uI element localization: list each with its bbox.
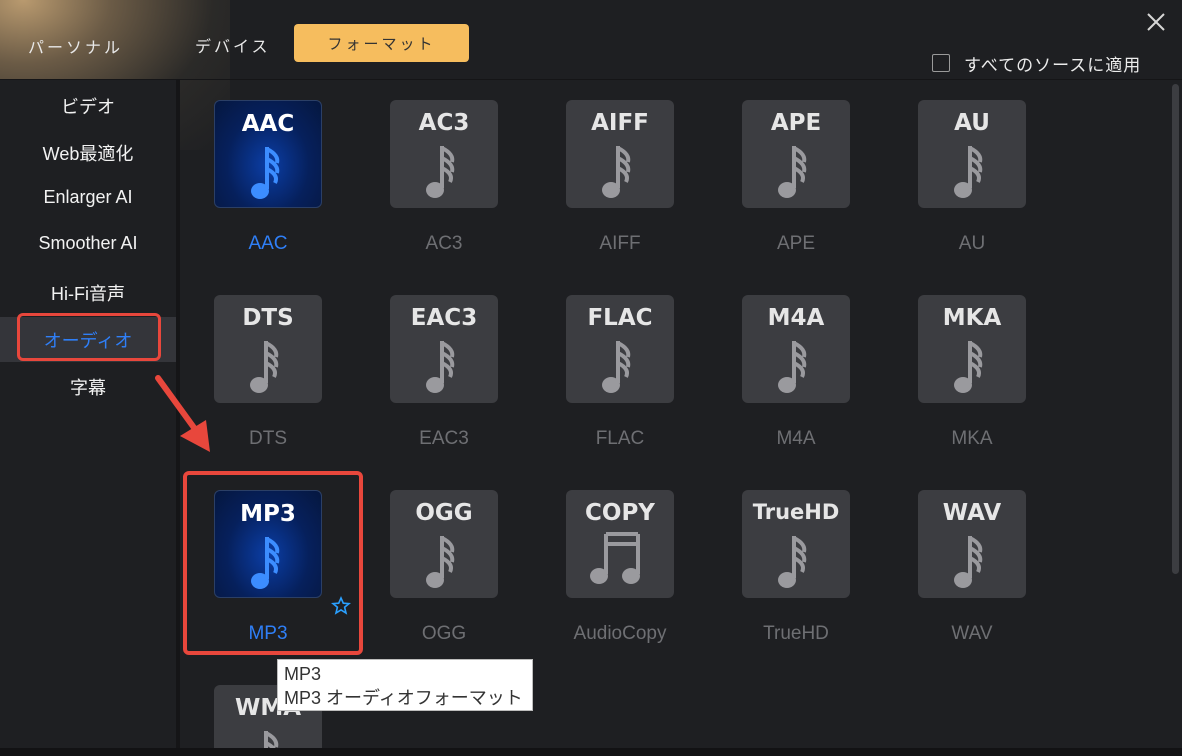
music-note-icon [954,146,983,198]
sidebar-item-enlarger-ai[interactable]: Enlarger AI [0,187,176,208]
music-note-icon [602,146,631,198]
format-tile-copy[interactable]: COPY [566,490,674,598]
tab-format[interactable]: フォーマット [294,24,469,62]
format-caption-ac3: AC3 [425,233,463,254]
format-tile-label: M4A [767,305,825,331]
format-tile-label: COPY [585,500,655,526]
format-caption-ape: APE [776,233,816,254]
sidebar-item-hifi[interactable]: Hi-Fi音声 [0,280,176,306]
format-tile-label: AAC [241,111,295,137]
format-caption-flac: FLAC [595,428,645,449]
format-tile-label: AC3 [418,110,470,136]
format-tile-flac[interactable]: FLAC [566,295,674,403]
tooltip-title: MP3 [284,664,322,684]
format-tile-label: FLAC [587,305,653,331]
format-tile-ogg[interactable]: OGG [390,490,498,598]
format-tile-ac3[interactable]: AC3 [390,100,498,208]
format-caption-aiff: AIFF [599,233,641,254]
format-tooltip: MP3 MP3 オーディオフォーマット [277,659,533,711]
music-note-icon [602,341,631,393]
format-tile-label: EAC3 [410,305,478,331]
format-tile-label: MKA [942,305,1002,331]
format-caption-audiocopy: AudioCopy [573,623,667,644]
format-tile-truehd[interactable]: TrueHD [742,490,850,598]
format-caption-truehd: TrueHD [763,623,829,644]
grid-scrollbar[interactable] [1172,84,1179,574]
sidebar-item-video[interactable]: ビデオ [0,93,176,119]
apply-all-checkbox[interactable] [932,54,950,72]
pointer-arrow-icon [155,375,210,452]
tab-personal[interactable]: パーソナル [28,34,123,58]
format-caption-mka: MKA [951,428,993,449]
format-caption-aac: AAC [248,233,288,254]
tooltip-description: MP3 オーディオフォーマット [284,688,523,708]
mp3-highlight-box [183,471,363,655]
music-note-icon [250,341,279,393]
format-caption-eac3: EAC3 [419,428,469,449]
format-tile-dts[interactable]: DTS [214,295,322,403]
format-tile-au[interactable]: AU [918,100,1026,208]
format-tile-label: TrueHD [752,500,840,524]
format-tile-aac[interactable]: AAC [214,100,322,208]
format-tile-aiff[interactable]: AIFF [566,100,674,208]
format-tile-eac3[interactable]: EAC3 [390,295,498,403]
format-caption-wav: WAV [951,623,993,644]
music-note-icon [426,146,455,198]
music-note-icon [778,341,807,393]
apply-all-sources[interactable]: すべてのソースに適用 [932,52,1142,76]
music-note-icon [954,536,983,588]
music-note-icon [426,341,455,393]
music-note-icon [778,536,807,588]
top-bar: パーソナル デバイス フォーマット すべてのソースに適用 [0,0,1182,80]
audio-highlight-box [17,313,161,361]
format-tile-label: OGG [415,500,473,526]
format-tile-label: DTS [242,305,294,331]
apply-all-label: すべてのソースに適用 [964,55,1142,76]
tab-device[interactable]: デバイス [195,33,271,57]
favorite-star-icon[interactable] [331,596,351,616]
format-caption-ogg: OGG [421,623,467,644]
format-tile-mka[interactable]: MKA [918,295,1026,403]
sidebar-item-smoother-ai[interactable]: Smoother AI [0,233,176,254]
music-note-icon [954,341,983,393]
music-note-icon [251,147,280,199]
format-caption-m4a: M4A [776,428,816,449]
music-note-icon [778,146,807,198]
format-tile-label: WAV [942,500,1002,526]
sidebar-item-web[interactable]: Web最適化 [0,140,176,166]
format-tile-label: AIFF [591,110,649,136]
format-tile-ape[interactable]: APE [742,100,850,208]
format-tile-label: AU [954,110,990,136]
double-note-icon [590,532,640,584]
close-icon[interactable] [1142,8,1170,36]
bottom-bar [0,748,1182,756]
format-tile-label: APE [770,110,822,136]
format-tile-wav[interactable]: WAV [918,490,1026,598]
music-note-icon [426,536,455,588]
format-tile-m4a[interactable]: M4A [742,295,850,403]
format-caption-au: AU [958,233,986,254]
